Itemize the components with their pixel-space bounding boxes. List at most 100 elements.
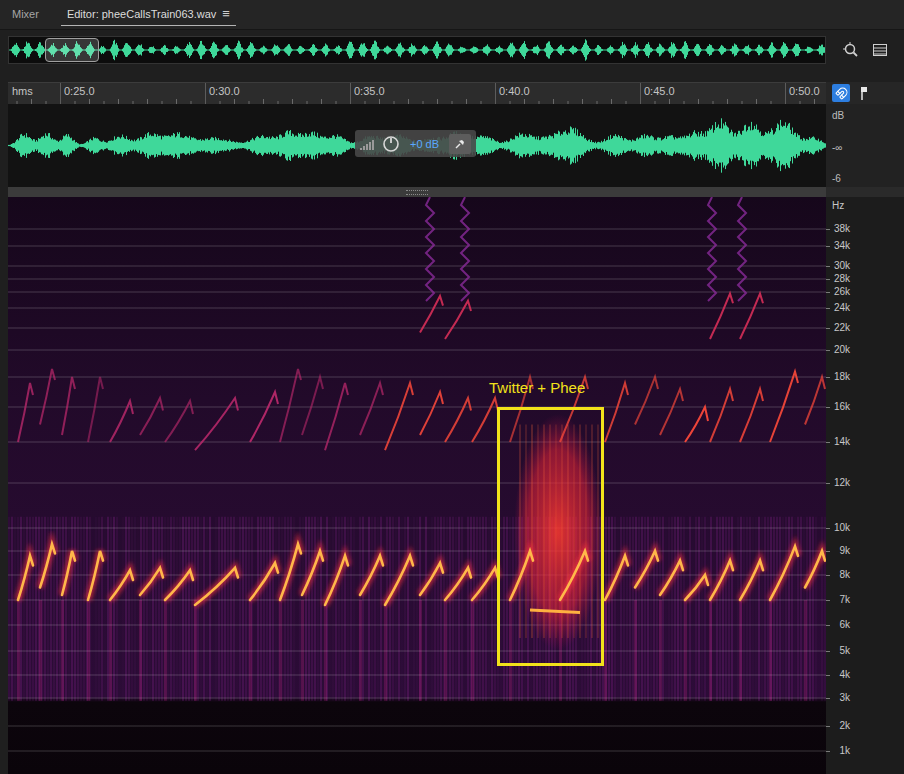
frequency-tick: 5k [839, 645, 850, 657]
waveform-view[interactable]: +0 dB [8, 104, 826, 187]
call-trace [250, 563, 278, 600]
list-icon[interactable] [872, 42, 888, 58]
frequency-tick: 14k [834, 436, 850, 448]
pin-button[interactable] [449, 134, 471, 154]
call-trace [660, 561, 683, 595]
overview-row [0, 30, 904, 70]
volume-knob-icon[interactable] [382, 135, 400, 153]
time-ruler[interactable]: hms0:25.00:30.00:35.00:40.00:45.00:50.0 [8, 82, 826, 104]
call-trace [325, 556, 348, 605]
ruler-tools [826, 82, 904, 104]
overview-waveform [9, 37, 825, 63]
call-glow [18, 544, 825, 605]
amplitude-tick: -6 [832, 173, 898, 185]
call-trace [805, 551, 825, 588]
call-trace [110, 570, 133, 600]
frequency-tick: 16k [834, 401, 850, 413]
noise-streaks [8, 517, 826, 701]
frequency-tick: 24k [834, 302, 850, 314]
call-trace [302, 551, 323, 595]
frequency-tick: 1k [839, 745, 850, 757]
time-tick: 0:40.0 [495, 83, 530, 104]
spectrogram[interactable] [8, 197, 826, 774]
magnet-icon[interactable] [835, 87, 848, 100]
snap-button[interactable] [832, 84, 850, 102]
twitter-energy [514, 414, 602, 650]
frequency-tick: 30k [834, 260, 850, 272]
frequency-mark [826, 651, 830, 652]
zoom-icon[interactable] [842, 41, 860, 59]
call-trace [510, 551, 533, 600]
splitter-side [826, 187, 904, 197]
call-trace [62, 551, 75, 595]
gain-readout[interactable]: +0 dB [406, 138, 443, 150]
view-splitter[interactable] [8, 187, 826, 197]
amplitude-tick: -∞ [832, 142, 898, 154]
call-trace [445, 568, 471, 600]
frequency-grid [8, 229, 826, 751]
panel-tab[interactable]: Mixer [6, 5, 45, 26]
frequency-tick: 26k [834, 286, 850, 298]
frequency-tick: 2k [839, 720, 850, 732]
frequency-mark [826, 675, 830, 676]
call-trace [770, 546, 798, 600]
frequency-tick: 12k [834, 477, 850, 489]
call-trace [710, 561, 733, 600]
frequency-tick: 38k [834, 223, 850, 235]
frequency-tick: 3k [839, 692, 850, 704]
call-trace [165, 570, 193, 600]
frequency-mark [826, 308, 830, 309]
annotation-box: Twitter + Phee [497, 407, 604, 666]
level-bars-icon [360, 138, 376, 150]
frequency-tick: 34k [834, 240, 850, 252]
panel-tab[interactable]: Editor: pheeCallsTrain063.wav ≡ [61, 5, 236, 26]
frequency-tick: 9k [839, 545, 850, 557]
frequency-tick: 10k [834, 522, 850, 534]
call-trace [635, 551, 658, 588]
panel-spacer [0, 70, 904, 82]
frequency-ruler: Hz38k34k30k28k26k24k22k20k18k16k14k12k10… [826, 197, 904, 774]
splitter-grip[interactable] [406, 190, 428, 195]
pin-icon [454, 138, 466, 150]
spectrogram-background [8, 197, 826, 774]
frequency-tick: 4k [839, 669, 850, 681]
audition-window: MixerEditor: pheeCallsTrain063.wav≡hms0:… [0, 0, 904, 774]
frequency-mark [826, 698, 830, 699]
frequency-mark [826, 292, 830, 293]
spectrogram-row: Twitter + PheeHz38k34k30k28k26k24k22k20k… [0, 197, 904, 774]
frequency-mark [826, 625, 830, 626]
frequency-mark [826, 377, 830, 378]
call-trace [560, 551, 588, 600]
overview-viewport[interactable] [45, 38, 99, 62]
call-trace [40, 544, 55, 587]
frequency-mark [826, 229, 830, 230]
volume-hud: +0 dB [355, 130, 476, 157]
frequency-unit: Hz [826, 197, 904, 212]
frequency-mark [826, 350, 830, 351]
amplitude-ruler: dB -∞ -6 [826, 104, 904, 187]
frequency-tick: 20k [834, 344, 850, 356]
call-trace [605, 556, 628, 600]
time-tick: 0:30.0 [205, 83, 240, 104]
frequency-tick: 8k [839, 569, 850, 581]
spectral-view[interactable]: Twitter + Phee [8, 197, 826, 774]
marker-icon[interactable] [858, 85, 870, 101]
call-trace [740, 561, 763, 600]
time-tick: 0:35.0 [350, 83, 385, 104]
time-tick: 0:45.0 [640, 83, 675, 104]
frequency-tick: 6k [839, 619, 850, 631]
call-trace [385, 556, 413, 605]
time-tick: 0:25.0 [60, 83, 95, 104]
overview-track[interactable] [8, 36, 826, 64]
frequency-mark [826, 328, 830, 329]
amplitude-unit: dB [832, 110, 898, 122]
tab-label[interactable]: Editor: pheeCallsTrain063.wav [67, 7, 216, 21]
call-trace [360, 556, 383, 595]
frequency-mark [826, 266, 830, 267]
frequency-mark [826, 726, 830, 727]
tab-label[interactable]: Mixer [12, 7, 39, 21]
tab-menu-icon[interactable]: ≡ [222, 7, 230, 21]
frequency-mark [826, 575, 830, 576]
time-tick: 0:50.0 [785, 83, 820, 104]
annotation-label: Twitter + Phee [489, 379, 585, 397]
